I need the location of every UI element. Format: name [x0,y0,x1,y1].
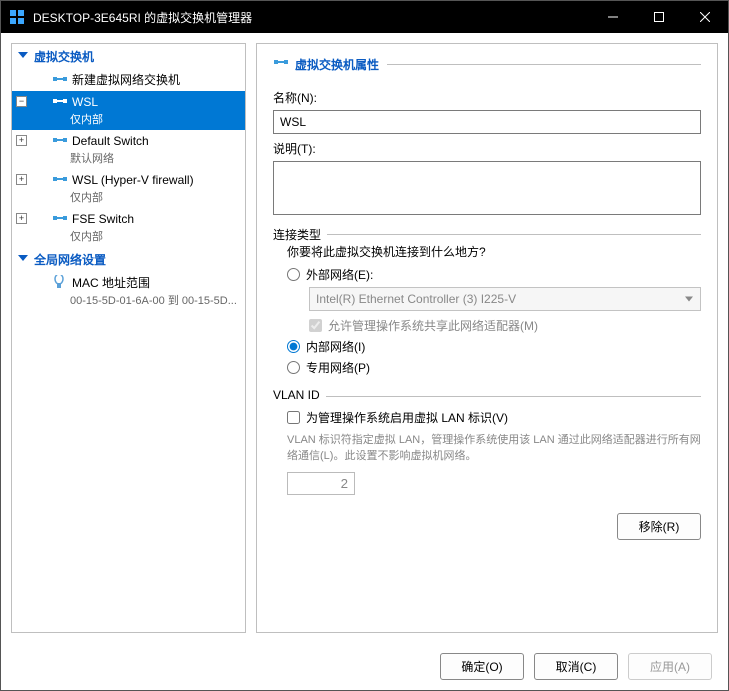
maximize-button[interactable] [636,1,682,33]
radio-label: 内部网络(I) [306,338,365,355]
tree: 虚拟交换机 新建虚拟网络交换机 − WSL [12,44,245,632]
tree-item-wsl-firewall[interactable]: + WSL (Hyper-V firewall) [12,169,245,191]
close-button[interactable] [682,1,728,33]
titlebar: DESKTOP-3E645RI 的虚拟交换机管理器 [1,1,728,33]
vlan-enable-row[interactable]: 为管理操作系统启用虚拟 LAN 标识(V) [287,409,701,426]
tree-item-wsl[interactable]: − WSL [12,91,245,113]
left-panel: 虚拟交换机 新建虚拟网络交换机 − WSL [11,43,246,633]
network-icon [52,72,68,88]
vlan-legend: VLAN ID [273,388,326,402]
window-title: DESKTOP-3E645RI 的虚拟交换机管理器 [33,9,590,26]
remove-row: 移除(R) [273,513,701,540]
tree-item-new-switch[interactable]: 新建虚拟网络交换机 [12,69,245,91]
name-label: 名称(N): [273,89,701,106]
remove-button[interactable]: 移除(R) [617,513,701,540]
tree-item-label: FSE Switch [72,211,134,227]
body: 虚拟交换机 新建虚拟网络交换机 − WSL [1,33,728,643]
tree-section-global[interactable]: 全局网络设置 [12,247,245,272]
vlan-id-input [287,472,355,495]
name-input[interactable] [273,110,701,134]
tree-item-label: 新建虚拟网络交换机 [72,72,180,88]
tree-item-wsl-fw-group: + WSL (Hyper-V firewall) 仅内部 [12,169,245,208]
vlan-note: VLAN 标识符指定虚拟 LAN，管理操作系统使用该 LAN 通过此网络适配器进… [287,432,701,464]
expand-icon[interactable]: + [16,213,27,224]
properties-header-label: 虚拟交换机属性 [295,56,379,73]
network-icon [52,94,68,110]
mac-icon [52,275,68,291]
radio-label: 专用网络(P) [306,359,370,376]
tree-section-global-label: 全局网络设置 [34,251,106,268]
tree-item-sub: 默认网络 [12,152,245,169]
tree-item-fse-group: + FSE Switch 仅内部 [12,208,245,247]
tree-section-switches[interactable]: 虚拟交换机 [12,44,245,69]
share-adapter-row: 允许管理操作系统共享此网络适配器(M) [309,317,701,334]
adapter-select: Intel(R) Ethernet Controller (3) I225-V [309,287,701,311]
desc-label: 说明(T): [273,140,701,157]
properties-header: 虚拟交换机属性 [273,56,701,73]
checkbox-label: 为管理操作系统启用虚拟 LAN 标识(V) [306,409,508,426]
window-root: DESKTOP-3E645RI 的虚拟交换机管理器 虚拟交换机 新建虚拟网络交换… [0,0,729,691]
tree-item-sub: 仅内部 [12,230,245,247]
app-icon [9,9,25,25]
radio-private-input[interactable] [287,361,300,374]
collapse-icon[interactable]: − [16,96,27,107]
adapter-select-wrap: Intel(R) Ethernet Controller (3) I225-V [309,287,701,311]
expand-icon[interactable]: + [16,174,27,185]
right-panel: 虚拟交换机属性 名称(N): 说明(T): 连接类型 你要将此虚拟交换机连接到什… [256,43,718,633]
apply-button: 应用(A) [628,653,712,680]
radio-label: 外部网络(E): [306,266,373,283]
tree-item-default-switch[interactable]: + Default Switch [12,130,245,152]
cancel-button[interactable]: 取消(C) [534,653,618,680]
tree-item-wsl-group: − WSL 仅内部 [12,91,245,130]
tree-item-fse-switch[interactable]: + FSE Switch [12,208,245,230]
connection-question: 你要将此虚拟交换机连接到什么地方? [287,243,701,260]
tree-item-default-group: + Default Switch 默认网络 [12,130,245,169]
network-icon [52,211,68,227]
tree-item-sub: 仅内部 [12,191,245,208]
checkbox-label: 允许管理操作系统共享此网络适配器(M) [328,317,538,334]
tree-section-switches-label: 虚拟交换机 [34,48,94,65]
vlan-enable-checkbox[interactable] [287,411,300,424]
tree-item-label: WSL [72,94,98,110]
footer: 确定(O) 取消(C) 应用(A) [1,643,728,690]
connection-type-fieldset: 连接类型 你要将此虚拟交换机连接到什么地方? 外部网络(E): Intel(R)… [273,234,701,380]
network-icon [52,172,68,188]
radio-external-input[interactable] [287,268,300,281]
tree-item-sub: 仅内部 [12,113,245,130]
expand-icon[interactable]: + [16,135,27,146]
network-icon [273,57,289,73]
tree-item-label: WSL (Hyper-V firewall) [72,172,194,188]
tree-item-mac-range[interactable]: MAC 地址范围 [12,272,245,294]
vlan-fieldset: VLAN ID 为管理操作系统启用虚拟 LAN 标识(V) VLAN 标识符指定… [273,396,701,495]
connection-type-legend: 连接类型 [273,226,327,243]
minimize-button[interactable] [590,1,636,33]
divider [387,64,701,65]
ok-button[interactable]: 确定(O) [440,653,524,680]
share-adapter-checkbox [309,319,322,332]
desc-textarea[interactable] [273,161,701,215]
radio-external[interactable]: 外部网络(E): [287,266,701,283]
tree-item-sub: 00-15-5D-01-6A-00 到 00-15-5D... [12,294,245,311]
radio-private[interactable]: 专用网络(P) [287,359,701,376]
radio-internal[interactable]: 内部网络(I) [287,338,701,355]
tree-item-label: MAC 地址范围 [72,275,150,291]
radio-internal-input[interactable] [287,340,300,353]
tree-item-label: Default Switch [72,133,149,149]
network-icon [52,133,68,149]
